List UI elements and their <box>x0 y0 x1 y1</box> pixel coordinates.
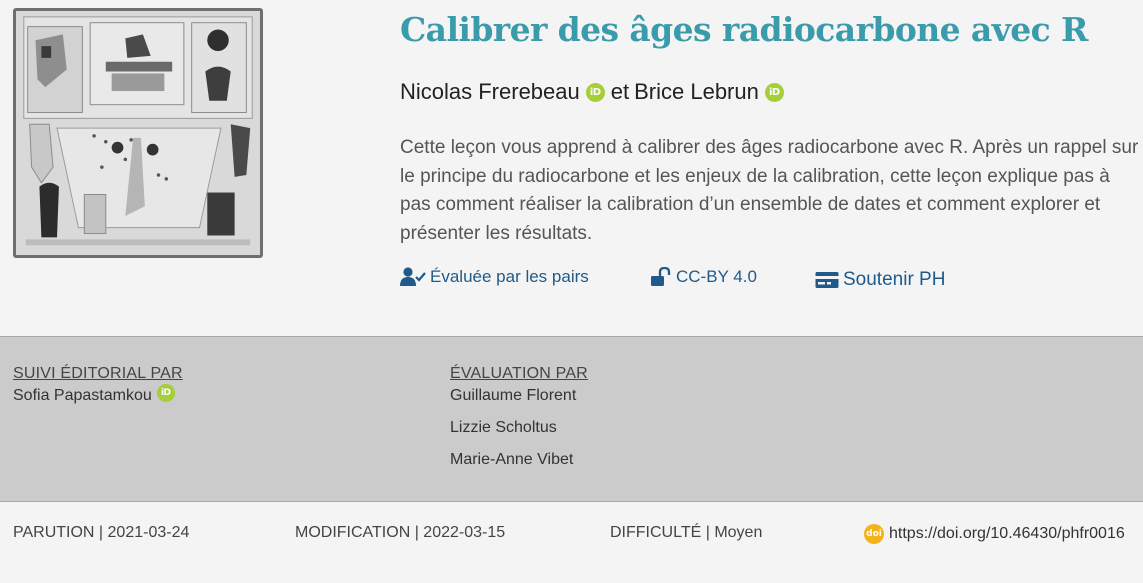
doi-link[interactable]: doi https://doi.org/10.46430/phfr0016 <box>864 524 1125 544</box>
editorial-heading: SUIVI ÉDITORIAL PAR <box>13 365 183 382</box>
support-label: Soutenir PH <box>843 269 946 290</box>
peer-reviewed-label: Évaluée par les pairs <box>430 267 589 286</box>
lesson-cover-image <box>13 8 263 258</box>
author-name[interactable]: Brice Lebrun <box>634 79 759 105</box>
orcid-icon[interactable]: iD <box>156 384 175 402</box>
lesson-authors: Nicolas Frerebeau iD et Brice Lebrun iD <box>400 79 784 105</box>
author-name[interactable]: Nicolas Frerebeau <box>400 79 580 105</box>
published-date: PARUTION | 2021-03-24 <box>13 524 190 541</box>
credits-band: SUIVI ÉDITORIAL PAR Sofia Papastamkou iD… <box>0 336 1143 502</box>
peer-reviewed-link[interactable]: Évaluée par les pairs <box>400 267 589 287</box>
lesson-abstract: Cette leçon vous apprend à calibrer des … <box>400 137 1139 244</box>
lesson-metadata: PARUTION | 2021-03-24 MODIFICATION | 202… <box>0 502 1143 583</box>
editorial-credits: SUIVI ÉDITORIAL PAR Sofia Papastamkou iD <box>13 364 183 408</box>
modified-date: MODIFICATION | 2022-03-15 <box>295 524 506 541</box>
license-label: CC-BY 4.0 <box>676 267 757 286</box>
credit-card-icon <box>815 271 839 289</box>
support-link[interactable]: Soutenir PH <box>815 269 945 291</box>
review-credits: ÉVALUATION PAR Guillaume Florent Lizzie … <box>450 364 588 480</box>
lesson-badges: Évaluée par les pairs CC-BY 4.0 Soutenir… <box>400 266 1140 296</box>
orcid-icon[interactable]: iD <box>585 82 605 102</box>
unlock-icon <box>650 267 672 287</box>
doi-text[interactable]: https://doi.org/10.46430/phfr0016 <box>889 525 1125 543</box>
difficulty-value: | Moyen <box>705 524 763 541</box>
reviewer-name: Lizzie Scholtus <box>450 419 557 436</box>
lesson-title: Calibrer des âges radiocarbone avec R <box>400 10 1088 49</box>
user-check-icon <box>400 267 426 287</box>
reviewer-name: Guillaume Florent <box>450 387 577 404</box>
difficulty-label: DIFFICULTÉ <box>610 524 702 541</box>
orcid-icon[interactable]: iD <box>764 82 784 102</box>
license-link[interactable]: CC-BY 4.0 <box>650 267 757 287</box>
difficulty: DIFFICULTÉ | Moyen <box>610 524 762 542</box>
doi-icon: doi <box>864 524 884 544</box>
review-heading: ÉVALUATION PAR <box>450 365 588 382</box>
editor-name-text[interactable]: Sofia Papastamkou <box>13 384 152 408</box>
reviewer-name: Marie-Anne Vibet <box>450 451 574 468</box>
lesson-header: Calibrer des âges radiocarbone avec R Ni… <box>0 0 1143 336</box>
authors-separator: et <box>610 79 630 104</box>
editor-name: Sofia Papastamkou iD <box>13 384 183 408</box>
